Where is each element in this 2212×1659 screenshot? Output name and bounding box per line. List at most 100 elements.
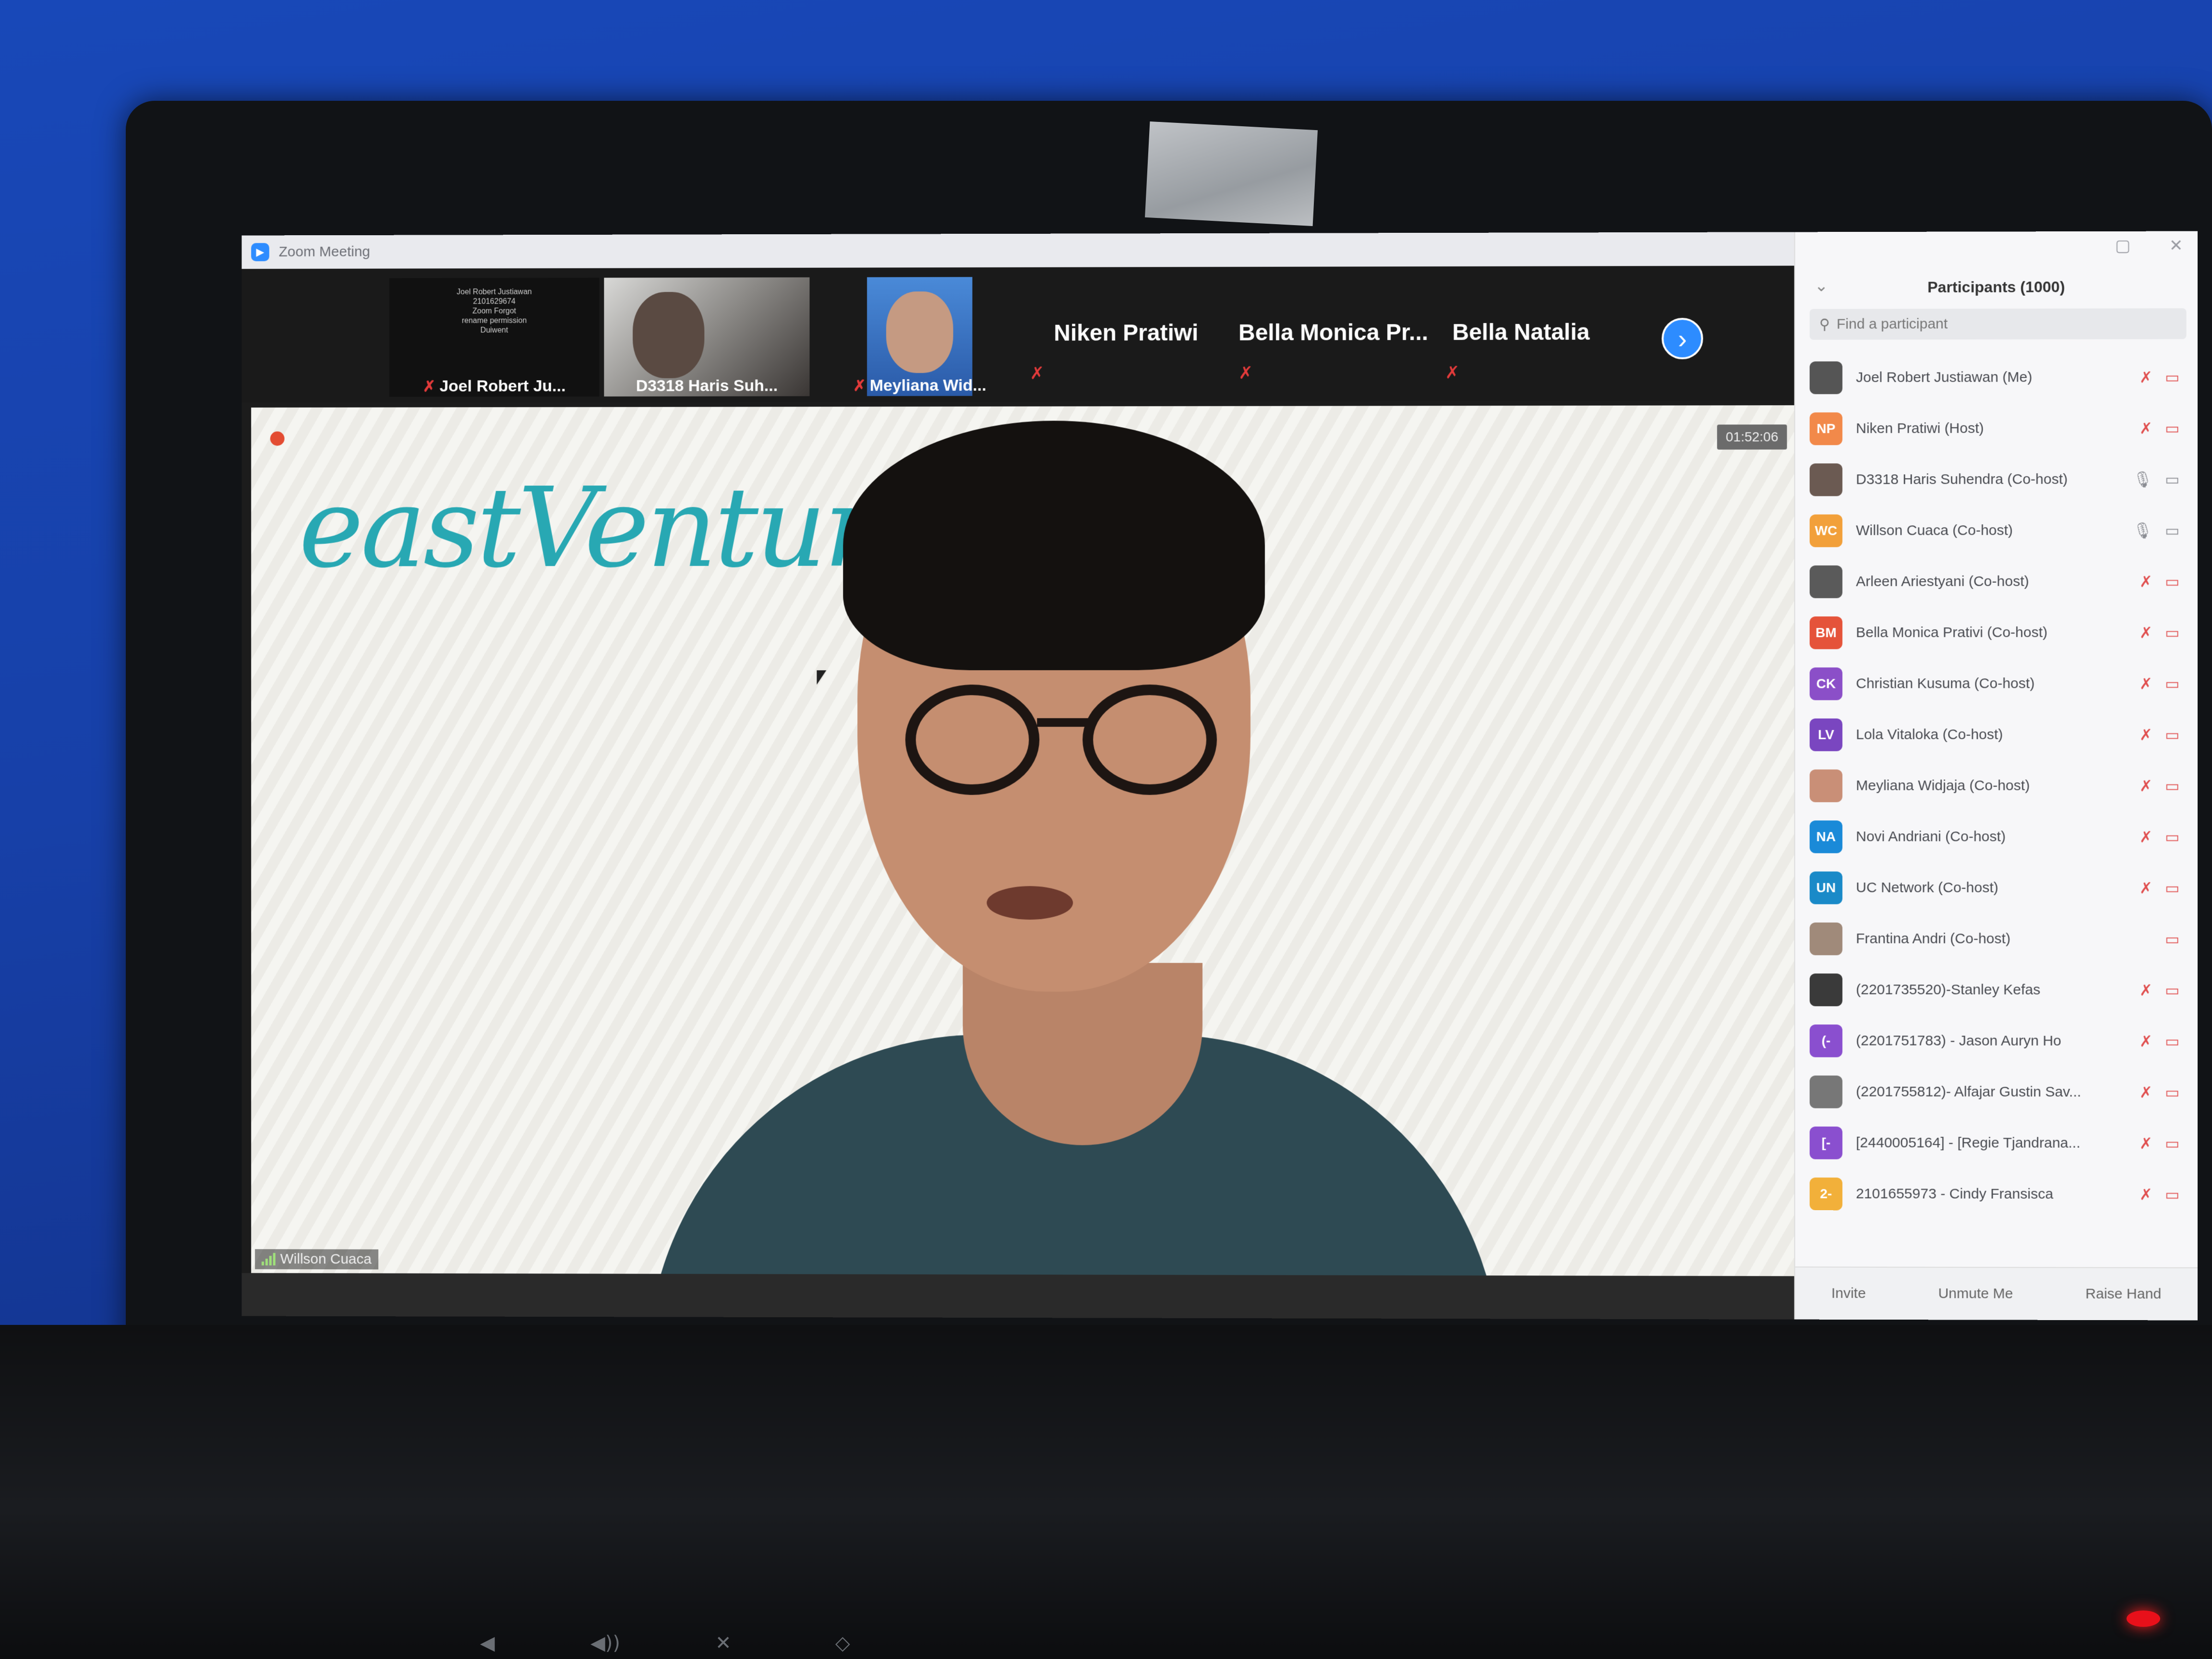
participant-name: Niken Pratiwi (Host) [1856,421,1984,437]
chevron-right-icon[interactable]: › [1662,318,1703,359]
participant-name: Meyliana Widjaja (Co-host) [1856,778,2030,794]
mic-muted-icon: ✗ [2140,1032,2152,1050]
speaker-name-tag: Willson Cuaca [255,1249,378,1269]
gallery-tile[interactable]: D3318 Haris Suh... [604,277,809,397]
mic-muted-icon: ✗ [1030,363,1044,384]
keyboard-mute-icon: ◀ [480,1632,495,1654]
participant-row[interactable]: BM Bella Monica Prativi (Co-host) ✗ ▭ [1810,607,2191,659]
mic-muted-icon: ✗ [1238,363,1253,383]
invite-button[interactable]: Invite [1831,1286,1866,1302]
window-controls: ▢ ✕ [2115,236,2183,255]
camera-off-icon: ▭ [2165,726,2179,744]
webcam-tape [1145,121,1318,226]
raise-hand-button[interactable]: Raise Hand [2085,1286,2161,1302]
mic-muted-icon: ✗ [2140,879,2152,897]
participant-row[interactable]: (2201755812)- Alfajar Gustin Sav... ✗ ▭ [1810,1066,2191,1118]
participant-row[interactable]: (- (2201751783) - Jason Auryn Ho ✗ ▭ [1810,1015,2191,1067]
participant-row[interactable]: (2201735520)-Stanley Kefas ✗ ▭ [1810,964,2191,1016]
participant-status-icons: ✗ ▭ [2140,981,2180,999]
participant-status-icons: 🎙 ▭ [2133,521,2180,540]
screen: ▶ Zoom Meeting Joel Robert Justiawan 210… [241,231,2197,1321]
mic-muted-icon: ✗ [2140,572,2152,590]
participant-face [886,291,953,373]
avatar [1810,769,1842,802]
avatar [1810,361,1842,394]
participants-title: Participants (1000) [1795,270,2198,304]
mic-muted-icon: ✗ [2140,828,2152,846]
participant-name: Lola Vitaloka (Co-host) [1856,727,2003,743]
avatar: 2- [1810,1178,1842,1210]
avatar [1810,974,1842,1006]
participant-status-icons: ✗ ▭ [2140,1134,2180,1153]
gallery-tile[interactable]: ✗ Meyliana Wid... [814,277,1025,396]
mic-muted-icon: ✗ [2140,777,2152,795]
avatar: BM [1810,616,1842,649]
avatar: NP [1810,412,1842,445]
participant-row[interactable]: [- [2440005164] - [Regie Tjandrana... ✗ ▭ [1810,1118,2191,1169]
gallery-name-tile[interactable]: Niken Pratiwi [1054,320,1198,347]
participant-row[interactable]: Frantina Andri (Co-host) ▭ [1810,914,2191,965]
speaker-mouth [987,886,1073,920]
participant-name: 2101655973 - Cindy Fransisca [1856,1186,2053,1202]
participant-search-input[interactable]: ⚲ Find a participant [1810,308,2187,340]
participant-status-icons: ✗ ▭ [2140,828,2180,846]
participant-status-icons: ✗ ▭ [2140,368,2180,386]
participant-name: Frantina Andri (Co-host) [1856,931,2010,947]
avatar [1810,1075,1842,1108]
overlay-line: rename permission [446,316,542,326]
avatar: CK [1810,667,1842,700]
speaker-hair [843,421,1265,670]
bottom-strip [241,1273,1794,1320]
mic-muted-icon: ✗ [2140,1134,2152,1153]
panel-footer: Invite Unmute Me Raise Hand [1795,1266,2198,1320]
meeting-timer: 01:52:06 [1717,424,1787,449]
mic-muted-icon: ✗ [1445,362,1459,383]
zoom-logo-icon: ▶ [251,243,269,261]
tile-name: D3318 Haris Suh... [636,376,778,395]
participant-row[interactable]: NA Novi Andriani (Co-host) ✗ ▭ [1810,811,2191,863]
participant-row[interactable]: NP Niken Pratiwi (Host) ✗ ▭ [1810,403,2191,454]
participant-row[interactable]: D3318 Haris Suhendra (Co-host) 🎙 ▭ [1810,454,2191,505]
camera-off-icon: ▭ [2165,828,2179,846]
participant-row[interactable]: UN UC Network (Co-host) ✗ ▭ [1810,862,2191,914]
mic-muted-icon: ✗ [2140,419,2152,437]
participant-name: Novi Andriani (Co-host) [1856,829,2006,845]
mic-muted-icon: ✗ [2140,674,2152,693]
gallery-strip: Joel Robert Justiawan 2101629674 Zoom Fo… [241,266,1794,403]
camera-off-icon: ▭ [2165,930,2179,948]
window-title: Zoom Meeting [279,244,370,260]
unmute-me-button[interactable]: Unmute Me [1938,1286,2013,1302]
gallery-name-tile[interactable]: Bella Monica Pr... [1238,319,1428,346]
participant-row[interactable]: WC Willson Cuaca (Co-host) 🎙 ▭ [1810,505,2191,556]
participant-name: (2201751783) - Jason Auryn Ho [1856,1033,2061,1049]
glasses-bridge [1037,718,1090,727]
gallery-name-tile[interactable]: Bella Natalia [1452,319,1589,346]
participant-status-icons: 🎙 ▭ [2133,470,2180,489]
participant-row[interactable]: Meyliana Widjaja (Co-host) ✗ ▭ [1810,760,2191,811]
mic-muted-icon: ✗ [2140,981,2152,999]
participant-name: [2440005164] - [Regie Tjandrana... [1856,1135,2080,1152]
camera-off-icon: ▭ [2165,419,2179,437]
avatar: NA [1810,820,1842,853]
camera-off-icon: ▭ [2165,879,2179,897]
camera-icon: ▭ [2165,470,2179,489]
participant-row[interactable]: Arleen Ariestyani (Co-host) ✗ ▭ [1810,556,2191,607]
close-icon[interactable]: ✕ [2169,236,2183,255]
signal-strength-icon [262,1253,276,1265]
participant-row[interactable]: LV Lola Vitaloka (Co-host) ✗ ▭ [1810,709,2191,760]
gallery-tile[interactable]: Joel Robert Justiawan 2101629674 Zoom Fo… [389,278,599,397]
participant-name: (2201735520)-Stanley Kefas [1856,982,2040,998]
keyboard-volume-icon: ◀)) [590,1632,620,1654]
tile-label: D3318 Haris Suh... [604,376,809,396]
participant-row[interactable]: Joel Robert Justiawan (Me) ✗ ▭ [1810,352,2191,404]
power-led [2127,1611,2160,1627]
overlay-line: 2101629674 [446,297,542,307]
restore-icon[interactable]: ▢ [2115,236,2130,255]
participants-panel: ▢ ✕ ⌄ Participants (1000) ⚲ Find a parti… [1794,231,2198,1321]
participant-row[interactable]: CK Christian Kusuma (Co-host) ✗ ▭ [1810,658,2191,709]
camera-off-icon: ▭ [2165,572,2179,590]
participant-status-icons: ✗ ▭ [2140,777,2180,795]
overlay-line: Joel Robert Justiawan [446,288,542,297]
camera-off-icon: ▭ [2165,624,2179,642]
participant-row[interactable]: 2- 2101655973 - Cindy Fransisca ✗ ▭ [1810,1168,2191,1220]
